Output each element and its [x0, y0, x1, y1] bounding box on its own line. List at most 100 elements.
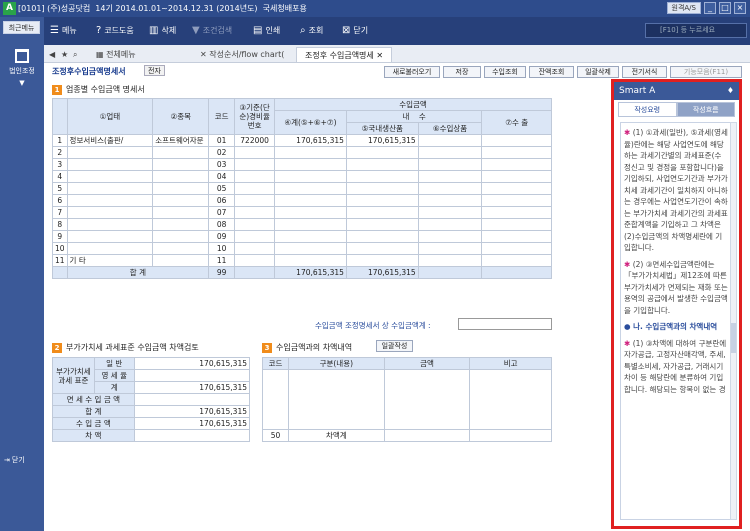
cell-imp[interactable]: [417, 170, 483, 183]
cell-total[interactable]: [274, 194, 347, 207]
cell-total[interactable]: [274, 170, 347, 183]
cell-jongmok[interactable]: [152, 254, 210, 267]
maximize-icon[interactable]: □: [719, 2, 731, 14]
tab-revenue-detail[interactable]: 조정후 수입금액명세 ✕: [296, 47, 393, 62]
cell-total[interactable]: [274, 242, 347, 255]
save-button[interactable]: 저장: [443, 66, 481, 78]
cell-upte[interactable]: [66, 146, 154, 159]
cell-imp[interactable]: [417, 146, 483, 159]
code-help-button[interactable]: ? 코드도움: [96, 25, 134, 36]
logout-button[interactable]: ⇥ 닫기: [4, 455, 25, 465]
cell-upte[interactable]: 기 타: [66, 254, 154, 267]
cell-code[interactable]: 09: [208, 230, 236, 243]
cell-code[interactable]: 01: [208, 134, 236, 147]
cell-code[interactable]: 06: [208, 194, 236, 207]
cell-imp[interactable]: [417, 230, 483, 243]
cell-upte[interactable]: [66, 218, 154, 231]
menu-search-input[interactable]: [F10] 등 누르세요: [645, 23, 747, 38]
cell-jongmok[interactable]: [152, 242, 210, 255]
table-row[interactable]: 2 02: [52, 146, 552, 159]
minimize-icon[interactable]: _: [704, 2, 716, 14]
pin-icon[interactable]: ♦: [727, 82, 734, 100]
cell-upte[interactable]: [66, 230, 154, 243]
cell-exp[interactable]: [481, 218, 552, 231]
table-row[interactable]: 3 03: [52, 158, 552, 171]
cell-imp[interactable]: [417, 182, 483, 195]
cell-dom[interactable]: [345, 158, 419, 171]
table-row[interactable]: 4 04: [52, 170, 552, 183]
cell-imp[interactable]: [417, 242, 483, 255]
cell-dom[interactable]: [345, 170, 419, 183]
cell-dom[interactable]: [345, 230, 419, 243]
cell-exp[interactable]: [481, 254, 552, 267]
cell-total[interactable]: [274, 206, 347, 219]
cell-total[interactable]: [274, 158, 347, 171]
chevron-down-icon[interactable]: ▼: [0, 79, 44, 87]
cell-dom[interactable]: [345, 218, 419, 231]
balance-lookup-button[interactable]: 잔액조회: [529, 66, 574, 78]
cell-dom[interactable]: [345, 206, 419, 219]
cell-code[interactable]: 08: [208, 218, 236, 231]
cell-gijun[interactable]: [234, 242, 276, 255]
functions-button[interactable]: 기능모음(F11): [670, 66, 742, 78]
cell-gijun[interactable]: 722000: [234, 134, 276, 147]
cell-imp[interactable]: [417, 194, 483, 207]
cell-upte[interactable]: [66, 242, 154, 255]
cell-imp[interactable]: [417, 134, 483, 147]
reload-button[interactable]: 새로불러오기: [384, 66, 440, 78]
search-button[interactable]: ⌕ 조회: [300, 25, 323, 36]
cell-gijun[interactable]: [234, 182, 276, 195]
tab-flowchart[interactable]: ✕ 작성순서/flow chart(: [192, 47, 292, 62]
cell-total[interactable]: 170,615,315: [274, 134, 347, 147]
bulk-write-button[interactable]: 일괄작성: [376, 340, 413, 352]
table-row[interactable]: 11 기 타 11: [52, 254, 552, 267]
tab-writing-flow[interactable]: 작성흐름: [676, 102, 735, 117]
cell-dom[interactable]: [345, 146, 419, 159]
cell-gijun[interactable]: [234, 158, 276, 171]
cell-dom[interactable]: [345, 194, 419, 207]
search-tab-icon[interactable]: ⌕: [70, 47, 80, 62]
cell-jongmok[interactable]: [152, 194, 210, 207]
cell-jongmok[interactable]: [152, 146, 210, 159]
table-row[interactable]: 10 10: [52, 242, 552, 255]
cell-exp[interactable]: [481, 242, 552, 255]
prior-form-button[interactable]: 전기서식: [622, 66, 667, 78]
cell-jongmok[interactable]: 소프트웨어자문: [152, 134, 210, 147]
cell-gijun[interactable]: [234, 194, 276, 207]
bulk-delete-button[interactable]: 일괄삭제: [577, 66, 619, 78]
cell-imp[interactable]: [417, 206, 483, 219]
table-row[interactable]: 7 07: [52, 206, 552, 219]
cell-exp[interactable]: [481, 182, 552, 195]
close-icon[interactable]: ×: [734, 2, 746, 14]
table-row[interactable]: 9 09: [52, 230, 552, 243]
cell-exp[interactable]: [481, 170, 552, 183]
remote-support-button[interactable]: 원격A/S: [666, 2, 701, 14]
scroll-thumb[interactable]: [731, 323, 736, 353]
corp-adjust-menu[interactable]: 법인조정 ▼: [0, 49, 44, 87]
tab-all-menu[interactable]: ▦ 전체메뉴: [88, 47, 144, 62]
cell-total[interactable]: [274, 182, 347, 195]
revenue-total-input[interactable]: [458, 318, 552, 330]
cell-imp[interactable]: [417, 218, 483, 231]
cell-code[interactable]: 03: [208, 158, 236, 171]
cell-total[interactable]: [274, 254, 347, 267]
recent-menu-button[interactable]: 최근메뉴: [3, 21, 40, 34]
cell-gijun[interactable]: [234, 170, 276, 183]
back-icon[interactable]: ◀: [46, 47, 58, 62]
delete-button[interactable]: ▥ 삭제: [149, 25, 176, 36]
cell-jongmok[interactable]: [152, 206, 210, 219]
cell-dom[interactable]: 170,615,315: [345, 134, 419, 147]
cell-upte[interactable]: [66, 206, 154, 219]
cell-code[interactable]: 11: [208, 254, 236, 267]
table-row[interactable]: 6 06: [52, 194, 552, 207]
cell-code[interactable]: 02: [208, 146, 236, 159]
cell-gijun[interactable]: [234, 254, 276, 267]
cell-upte[interactable]: [66, 194, 154, 207]
cell-gijun[interactable]: [234, 206, 276, 219]
tab-writing-guide[interactable]: 작성요령: [618, 102, 677, 117]
cond-search-button[interactable]: ▼ 조건검색: [192, 25, 232, 36]
cell-code[interactable]: 10: [208, 242, 236, 255]
cell-exp[interactable]: [481, 146, 552, 159]
cell-total[interactable]: [274, 218, 347, 231]
cell-exp[interactable]: [481, 134, 552, 147]
